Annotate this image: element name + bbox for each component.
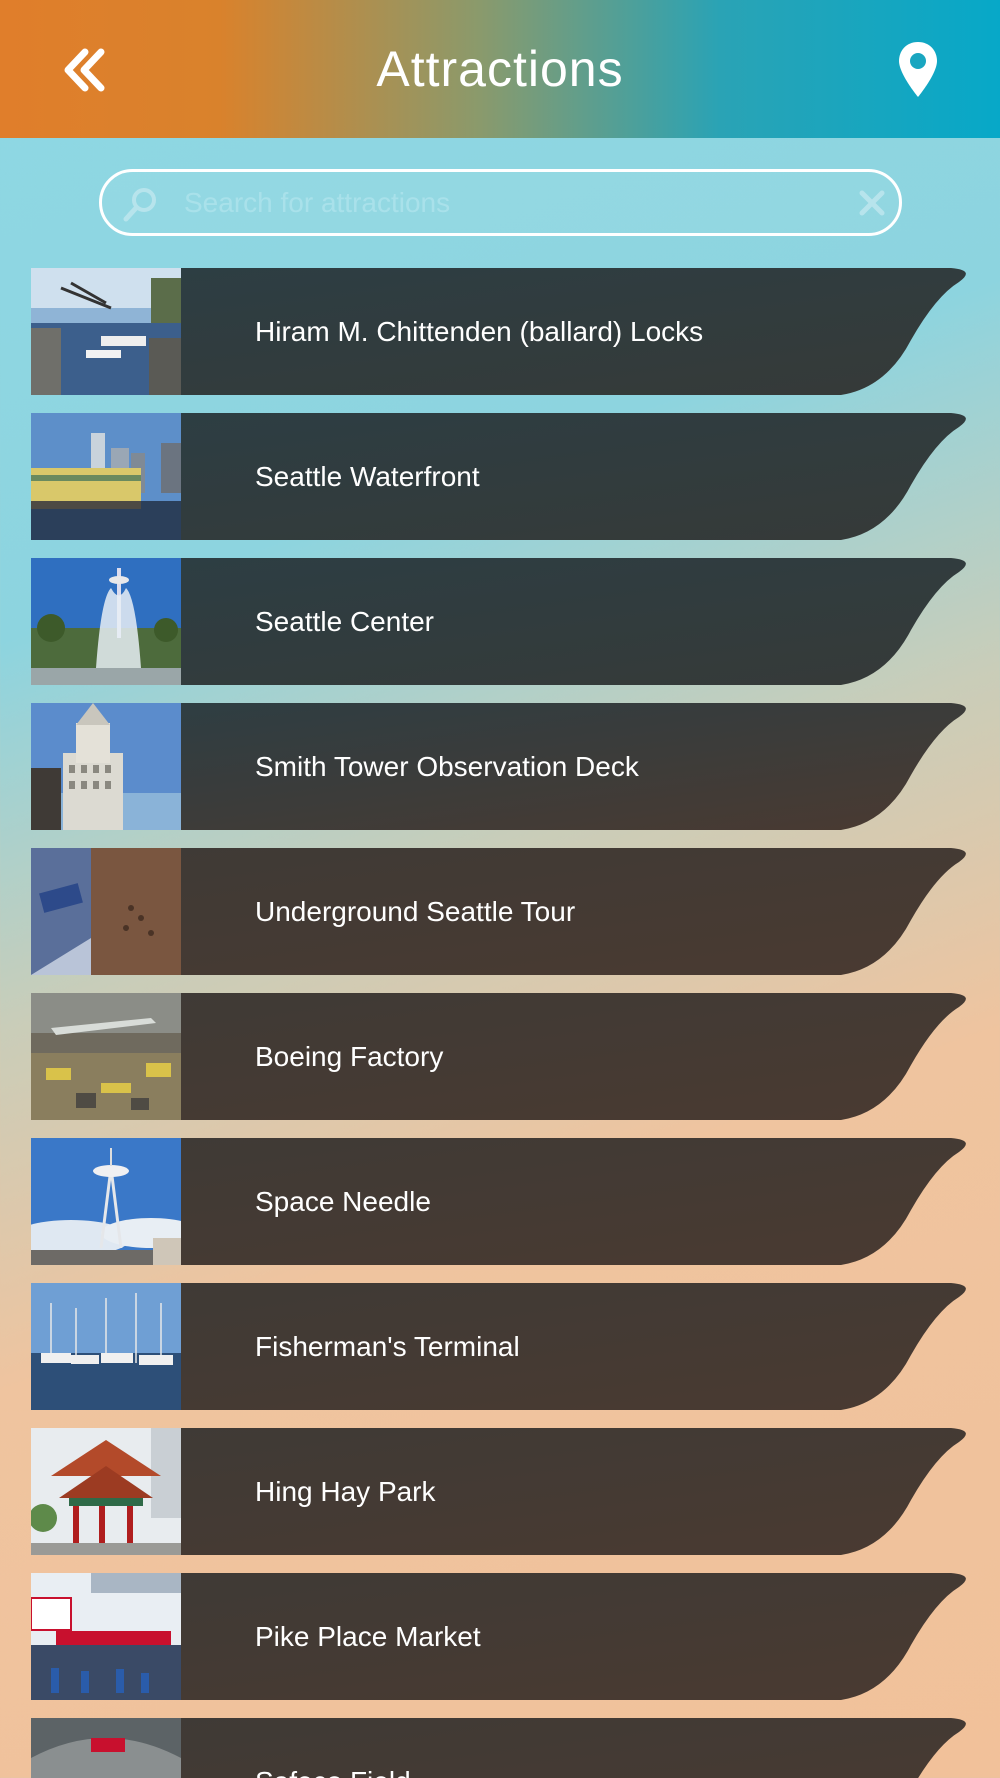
list-item[interactable]: Seattle Waterfront <box>31 413 970 540</box>
attraction-name: Boeing Factory <box>255 1041 444 1072</box>
attraction-thumbnail <box>31 1138 181 1265</box>
attraction-thumbnail <box>31 558 181 685</box>
attraction-name: Hiram M. Chittenden (ballard) Locks <box>255 316 704 347</box>
attraction-thumbnail <box>31 1573 181 1700</box>
attraction-thumbnail <box>31 703 181 830</box>
list-item[interactable]: Hing Hay Park <box>31 1428 970 1555</box>
attraction-name: Smith Tower Observation Deck <box>255 751 639 782</box>
attraction-name: Seattle Waterfront <box>255 461 480 492</box>
attraction-thumbnail <box>31 1283 181 1410</box>
attraction-name: Safeco Field <box>255 1718 411 1778</box>
attraction-thumbnail <box>31 413 181 540</box>
attraction-name: Fisherman's Terminal <box>255 1331 520 1362</box>
attraction-thumbnail <box>31 1718 181 1778</box>
attraction-thumbnail <box>31 268 181 395</box>
attraction-name: Hing Hay Park <box>255 1476 436 1507</box>
list-item[interactable]: Hiram M. Chittenden (ballard) Locks <box>31 268 970 395</box>
list-item[interactable]: Safeco Field <box>31 1718 970 1778</box>
attraction-thumbnail <box>31 848 181 975</box>
attraction-name: Seattle Center <box>255 606 434 637</box>
list-item[interactable]: Boeing Factory <box>31 993 970 1120</box>
attraction-thumbnail <box>31 1428 181 1555</box>
attraction-name: Underground Seattle Tour <box>255 896 576 927</box>
list-item[interactable]: Seattle Center <box>31 558 970 685</box>
attraction-name: Pike Place Market <box>255 1621 481 1652</box>
list-item[interactable]: Fisherman's Terminal <box>31 1283 970 1410</box>
attraction-name: Space Needle <box>255 1186 431 1217</box>
list-item[interactable]: Space Needle <box>31 1138 970 1265</box>
list-item[interactable]: Pike Place Market <box>31 1573 970 1700</box>
attractions-list: Hiram M. Chittenden (ballard) Locks Seat… <box>0 0 1000 1778</box>
list-item[interactable]: Underground Seattle Tour <box>31 848 970 975</box>
list-item[interactable]: Smith Tower Observation Deck <box>31 703 970 830</box>
attraction-thumbnail <box>31 993 181 1120</box>
